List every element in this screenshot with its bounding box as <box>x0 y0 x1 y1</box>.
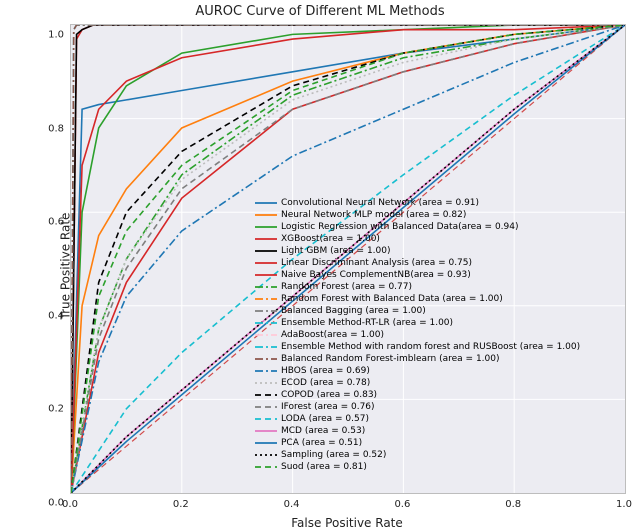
legend-swatch <box>255 342 277 352</box>
legend-swatch <box>255 414 277 424</box>
legend-item: Balanced Random Forest-imblearn (area = … <box>255 353 615 365</box>
legend-label: Naive Bayes ComplementNB(area = 0.93) <box>281 269 471 281</box>
legend-item: PCA (area = 0.51) <box>255 437 615 449</box>
legend-swatch <box>255 462 277 472</box>
legend-label: Suod (area = 0.81) <box>281 461 367 473</box>
legend-item: Random Forest with Balanced Data (area =… <box>255 293 615 305</box>
legend-swatch <box>255 450 277 460</box>
legend-swatch <box>255 306 277 316</box>
legend-label: Balanced Bagging (area = 1.00) <box>281 305 426 317</box>
legend-item: Neural Network MLP model (area = 0.82) <box>255 209 615 221</box>
legend-label: XGBoost(area = 1.00) <box>281 233 380 245</box>
legend-swatch <box>255 198 277 208</box>
legend-swatch <box>255 438 277 448</box>
legend-label: Ensemble Method-RT-LR (area = 1.00) <box>281 317 453 329</box>
chart-title: AUROC Curve of Different ML Methods <box>0 4 640 19</box>
legend-item: ECOD (area = 0.78) <box>255 377 615 389</box>
legend-label: Neural Network MLP model (area = 0.82) <box>281 209 466 221</box>
y-tick-label: 1.0 <box>40 30 64 41</box>
y-tick-label: 0.4 <box>40 310 64 321</box>
legend-label: COPOD (area = 0.83) <box>281 389 377 401</box>
legend-swatch <box>255 390 277 400</box>
plot-area: Convolutional Neural Network (area = 0.9… <box>70 24 626 494</box>
legend-item: Convolutional Neural Network (area = 0.9… <box>255 197 615 209</box>
legend-label: AdaBoost(area = 1.00) <box>281 329 384 341</box>
legend-swatch <box>255 426 277 436</box>
legend-swatch <box>255 354 277 364</box>
x-tick-label: 0.2 <box>173 499 189 510</box>
y-tick-label: 0.8 <box>40 123 64 134</box>
x-tick-label: 0.4 <box>284 499 300 510</box>
legend-label: ECOD (area = 0.78) <box>281 377 370 389</box>
legend-item: Linear Discriminant Analysis (area = 0.7… <box>255 257 615 269</box>
legend-swatch <box>255 366 277 376</box>
legend-label: PCA (area = 0.51) <box>281 437 362 449</box>
x-tick-label: 0.0 <box>62 499 78 510</box>
legend-item: Ensemble Method with random forest and R… <box>255 341 615 353</box>
legend-item: IForest (area = 0.76) <box>255 401 615 413</box>
legend-item: COPOD (area = 0.83) <box>255 389 615 401</box>
legend-item: Suod (area = 0.81) <box>255 461 615 473</box>
legend-label: Convolutional Neural Network (area = 0.9… <box>281 197 479 209</box>
legend-label: LODA (area = 0.57) <box>281 413 369 425</box>
legend-label: Random Forest with Balanced Data (area =… <box>281 293 503 305</box>
legend-swatch <box>255 210 277 220</box>
legend-label: Light GBM (area = 1.00) <box>281 245 391 257</box>
x-tick-label: 1.0 <box>616 499 632 510</box>
legend-label: Logistic Regression with Balanced Data(a… <box>281 221 519 233</box>
x-axis-label: False Positive Rate <box>70 516 624 530</box>
legend-swatch <box>255 294 277 304</box>
legend-label: MCD (area = 0.53) <box>281 425 365 437</box>
y-tick-label: 0.0 <box>40 498 64 509</box>
legend-swatch <box>255 222 277 232</box>
legend-label: Random Forest (area = 0.77) <box>281 281 412 293</box>
legend-swatch <box>255 246 277 256</box>
legend-swatch <box>255 258 277 268</box>
legend-label: Linear Discriminant Analysis (area = 0.7… <box>281 257 472 269</box>
legend-swatch <box>255 402 277 412</box>
legend-swatch <box>255 282 277 292</box>
legend-item: AdaBoost(area = 1.00) <box>255 329 615 341</box>
legend-swatch <box>255 234 277 244</box>
legend-item: HBOS (area = 0.69) <box>255 365 615 377</box>
legend-item: XGBoost(area = 1.00) <box>255 233 615 245</box>
legend-item: Balanced Bagging (area = 1.00) <box>255 305 615 317</box>
legend-label: Sampling (area = 0.52) <box>281 449 386 461</box>
legend-label: Balanced Random Forest-imblearn (area = … <box>281 353 500 365</box>
legend-item: Naive Bayes ComplementNB(area = 0.93) <box>255 269 615 281</box>
legend-item: MCD (area = 0.53) <box>255 425 615 437</box>
legend-swatch <box>255 270 277 280</box>
x-tick-label: 0.6 <box>394 499 410 510</box>
legend-item: LODA (area = 0.57) <box>255 413 615 425</box>
legend-swatch <box>255 318 277 328</box>
legend-item: Random Forest (area = 0.77) <box>255 281 615 293</box>
legend-item: Ensemble Method-RT-LR (area = 1.00) <box>255 317 615 329</box>
x-tick-label: 0.8 <box>505 499 521 510</box>
legend-swatch <box>255 330 277 340</box>
y-tick-label: 0.6 <box>40 217 64 228</box>
legend-label: Ensemble Method with random forest and R… <box>281 341 580 353</box>
legend-label: HBOS (area = 0.69) <box>281 365 370 377</box>
figure: AUROC Curve of Different ML Methods True… <box>0 0 640 532</box>
legend-label: IForest (area = 0.76) <box>281 401 375 413</box>
y-tick-label: 0.2 <box>40 404 64 415</box>
legend: Convolutional Neural Network (area = 0.9… <box>251 195 619 475</box>
legend-item: Light GBM (area = 1.00) <box>255 245 615 257</box>
legend-item: Sampling (area = 0.52) <box>255 449 615 461</box>
legend-swatch <box>255 378 277 388</box>
legend-item: Logistic Regression with Balanced Data(a… <box>255 221 615 233</box>
